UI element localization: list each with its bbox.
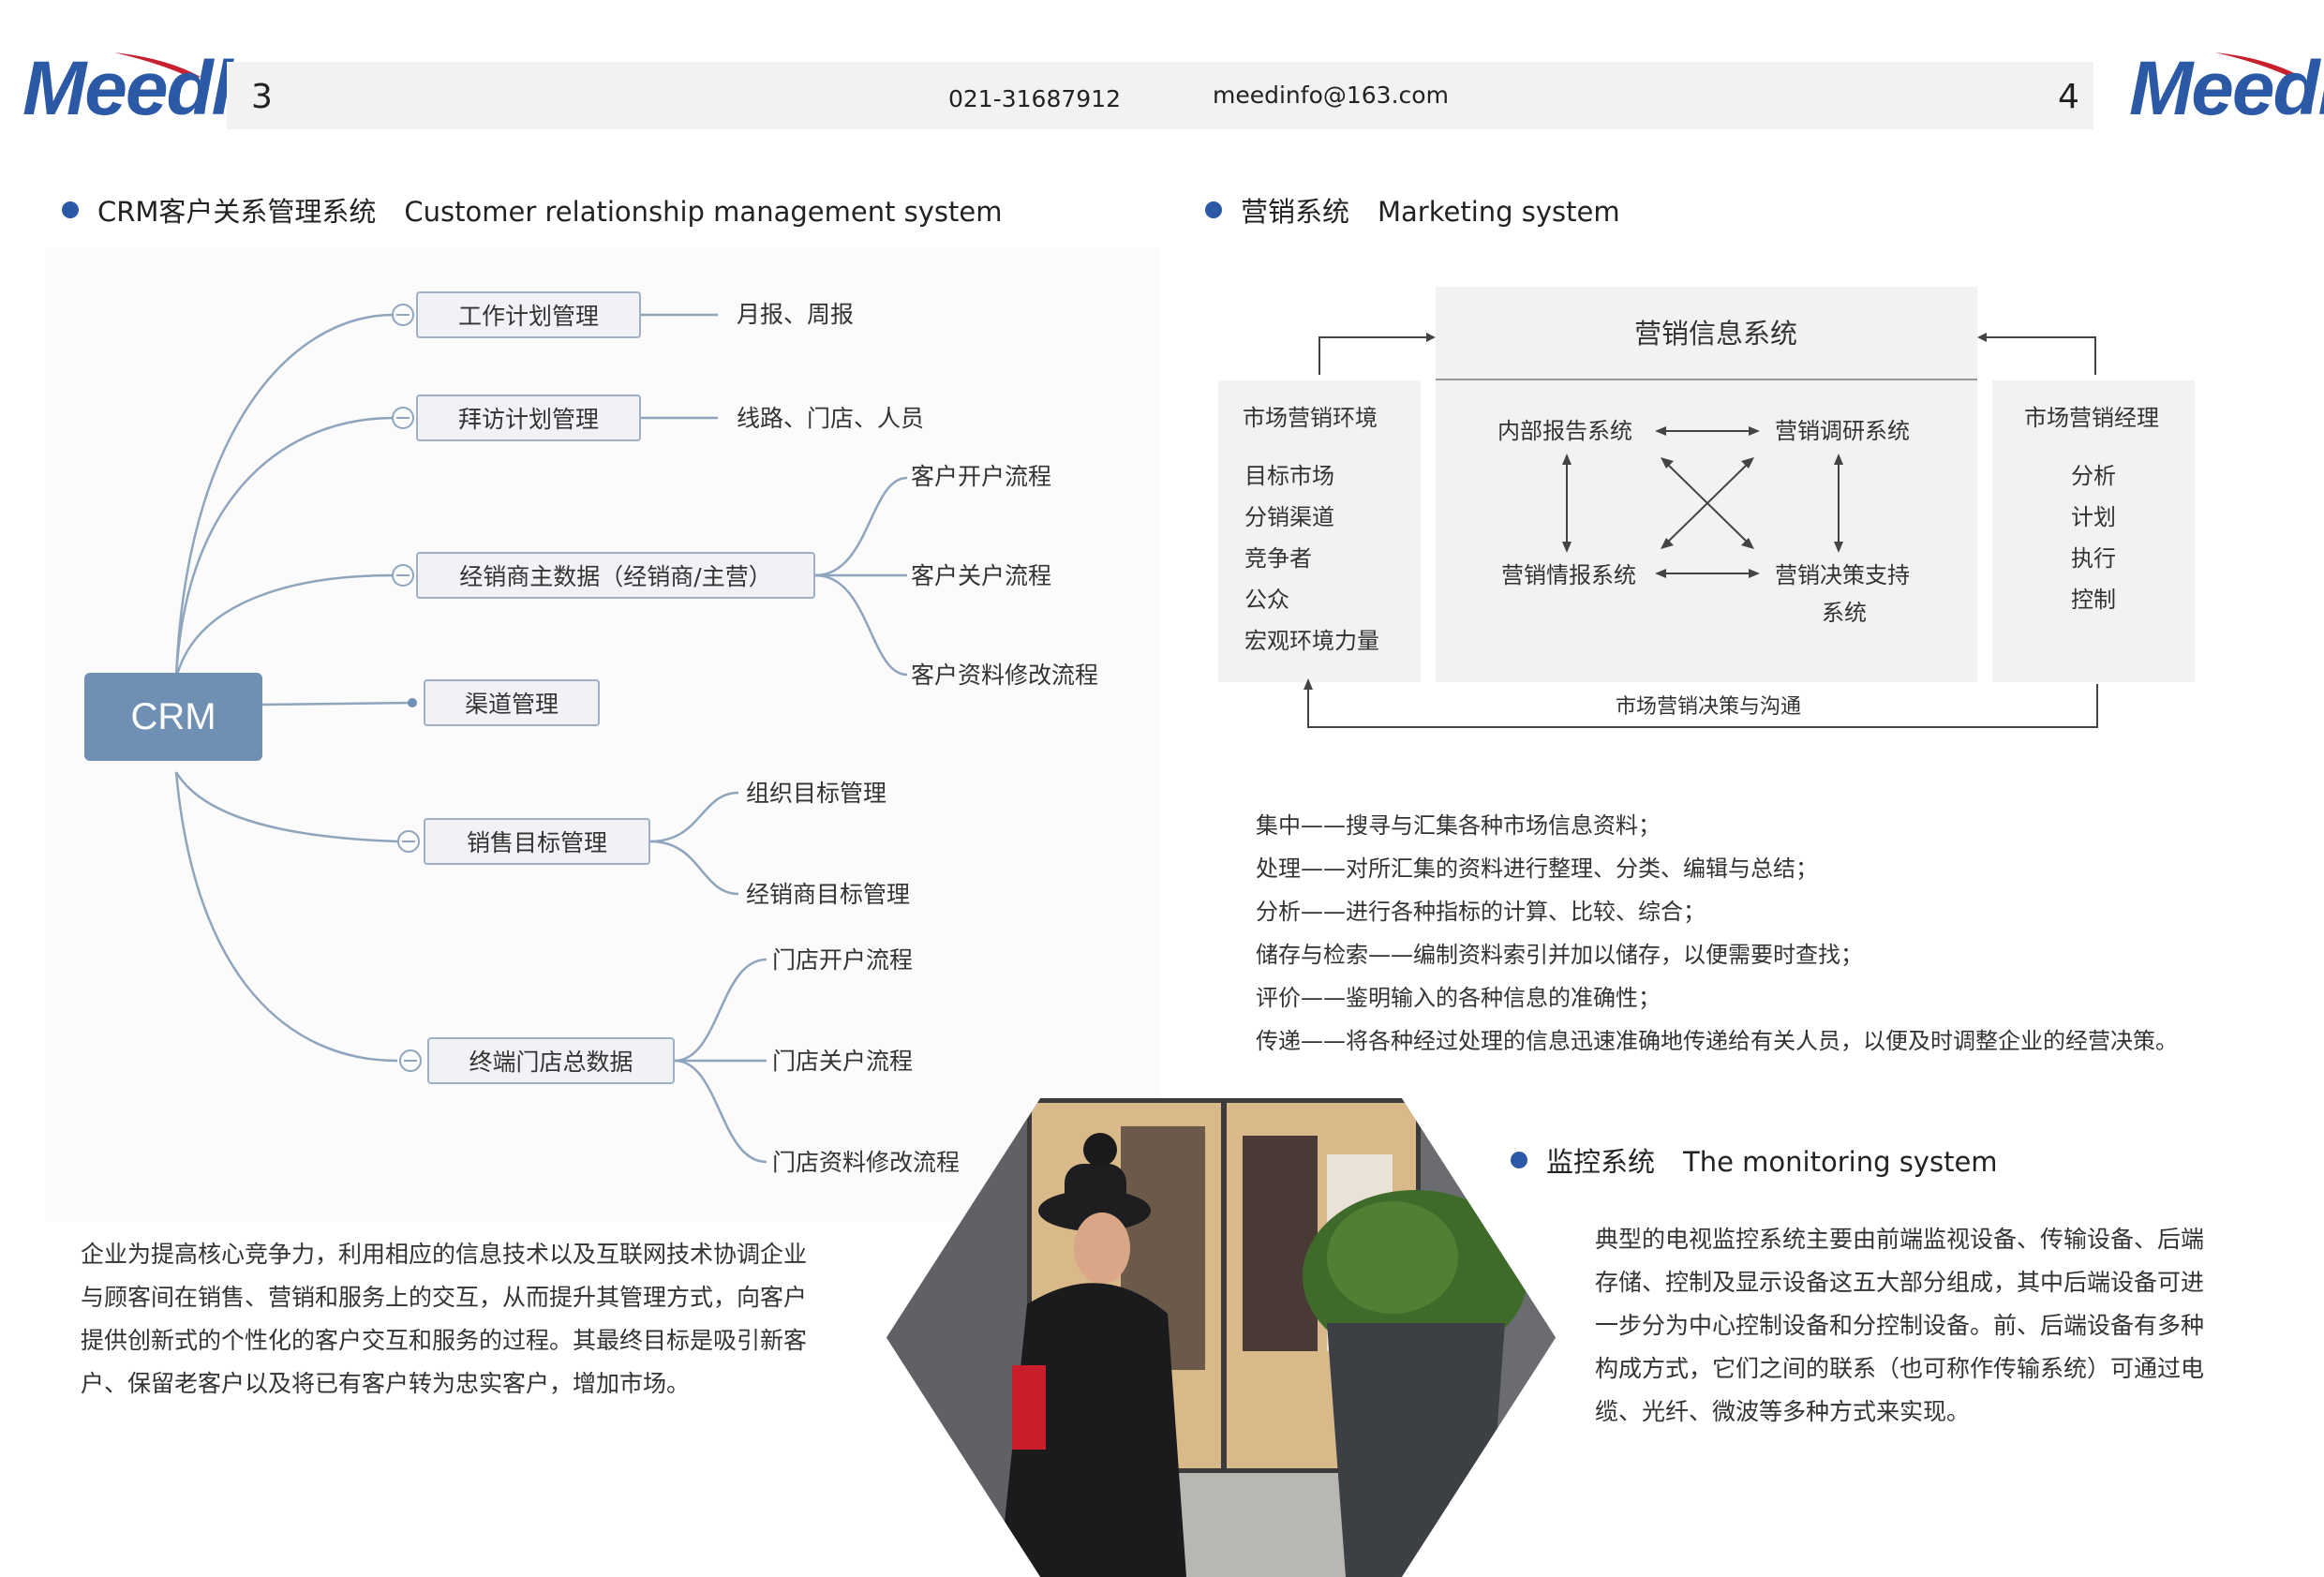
monitoring-paragraph-line: 典型的电视监控系统主要由前端监视设备、传输设备、后端 — [1595, 1226, 2205, 1253]
decision-support-line2: 系统 — [1822, 600, 1867, 626]
monitoring-paragraph-line: 缆、光纤、微波等多种方式来实现。 — [1595, 1398, 1971, 1425]
environment-item: 宏观环境力量 — [1244, 628, 1379, 654]
monitoring-section-title: 监控系统 The monitoring system — [1511, 1149, 1998, 1176]
manager-item: 计划 — [2071, 504, 2116, 530]
monitoring-paragraph-line: 存储、控制及显示设备这五大部分组成，其中后端设备可进 — [1595, 1269, 2205, 1296]
environment-item: 竞争者 — [1244, 545, 1312, 572]
description-line: 储存与检索——编制资料索引并加以储存，以便需要时查找； — [1256, 942, 1863, 968]
marketing-descriptions: 集中——搜寻与汇集各种市场信息资料； 处理——对所汇集的资料进行整理、分类、编辑… — [1256, 804, 2178, 1063]
description-line: 评价——鉴明输入的各种信息的准确性； — [1256, 985, 1661, 1011]
monitoring-title-cn: 监控系统 — [1546, 1146, 1656, 1178]
mis-title: 营销信息系统 — [1634, 318, 1798, 350]
environment-title: 市场营销环境 — [1243, 405, 1378, 431]
monitoring-paragraph-line: 一步分为中心控制设备和分控制设备。前、后端设备有多种 — [1595, 1312, 2205, 1339]
monitoring-paragraph-line: 构成方式，它们之间的联系（也可称作传输系统）可通过电 — [1595, 1355, 2205, 1382]
environment-item: 分销渠道 — [1244, 504, 1334, 530]
description-line: 集中——搜寻与汇集各种市场信息资料； — [1256, 812, 1661, 839]
bullet-dot — [1511, 1152, 1527, 1168]
internal-report-system: 内部报告系统 — [1497, 418, 1632, 444]
manager-title: 市场营销经理 — [2024, 405, 2159, 431]
description-line: 分析——进行各种指标的计算、比较、综合； — [1256, 899, 1706, 925]
description-line: 传递——将各种经过处理的信息迅速准确地传递给有关人员，以便及时调整企业的经营决策… — [1256, 1028, 2178, 1054]
decision-communication-label: 市场营销决策与沟通 — [1612, 697, 1806, 718]
description-line: 处理——对所汇集的资料进行整理、分类、编辑与总结； — [1256, 855, 1818, 882]
environment-item: 目标市场 — [1244, 463, 1334, 489]
decision-support-line1: 营销决策支持 — [1775, 562, 1910, 588]
manager-item: 控制 — [2071, 587, 2116, 613]
intelligence-system: 营销情报系统 — [1501, 562, 1636, 588]
monitoring-paragraph: 典型的电视监控系统主要由前端监视设备、传输设备、后端 存储、控制及显示设备这五大… — [1595, 1218, 2242, 1434]
research-system: 营销调研系统 — [1775, 418, 1910, 444]
manager-item: 执行 — [2071, 545, 2116, 572]
monitoring-title-en: The monitoring system — [1683, 1146, 1998, 1178]
manager-item: 分析 — [2071, 463, 2116, 489]
environment-item: 公众 — [1244, 587, 1289, 613]
